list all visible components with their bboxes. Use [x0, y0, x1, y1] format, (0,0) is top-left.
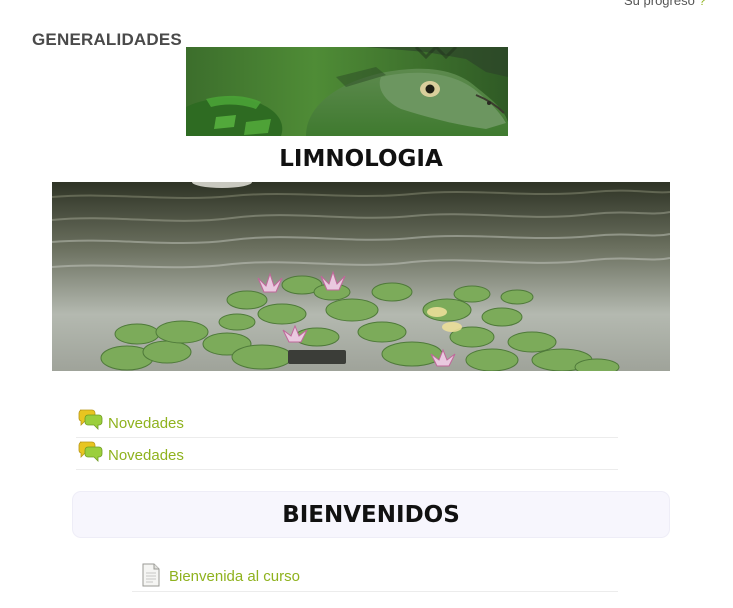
section-title: GENERALIDADES	[32, 30, 182, 49]
welcome-heading: BIENVENIDOS	[282, 502, 460, 528]
pond-image	[52, 182, 670, 371]
progress-label: Su progreso	[624, 0, 695, 8]
activity-link[interactable]: Novedades	[108, 415, 184, 432]
forum-icon	[78, 441, 103, 462]
welcome-box: BIENVENIDOS	[72, 491, 670, 538]
help-icon[interactable]: ?	[699, 0, 706, 8]
activity-link[interactable]: Novedades	[108, 447, 184, 464]
iguana-image	[186, 47, 508, 136]
activity-forum[interactable]: Novedades	[76, 406, 618, 438]
resource-item[interactable]: Bienvenida al curso	[132, 558, 618, 592]
forum-icon	[78, 409, 103, 430]
progress-indicator[interactable]: Su progreso?	[624, 0, 706, 8]
document-icon	[142, 563, 160, 586]
activity-forum[interactable]: Novedades	[76, 438, 618, 470]
course-title: LIMNOLOGIA	[279, 146, 443, 172]
resource-link[interactable]: Bienvenida al curso	[169, 568, 300, 585]
